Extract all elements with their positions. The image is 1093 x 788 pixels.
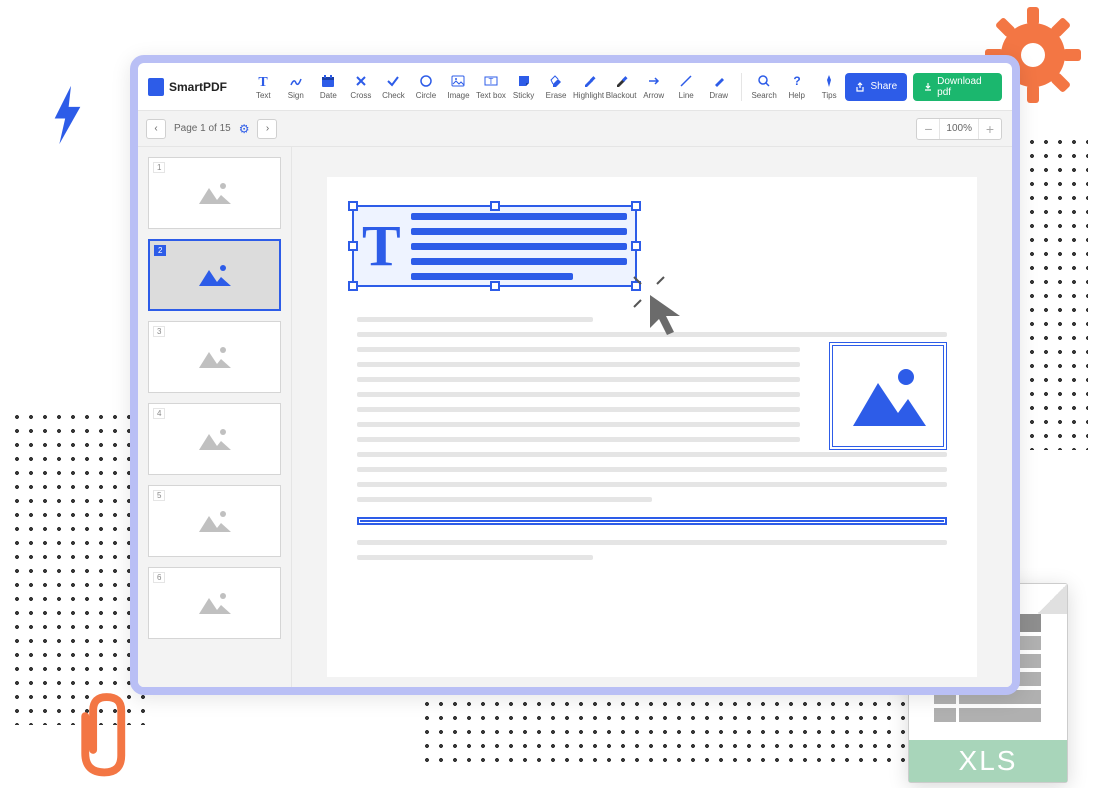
tool-draw[interactable]: Draw	[702, 67, 735, 107]
mountain-icon	[197, 180, 233, 206]
thumbnail[interactable]: 6	[148, 567, 281, 639]
prev-page-button[interactable]: ‹	[146, 119, 166, 139]
svg-text:T: T	[489, 77, 494, 86]
text-glyph: T	[362, 217, 401, 275]
tool-highlight[interactable]: Highlight	[572, 67, 605, 107]
next-page-button[interactable]: ›	[257, 119, 277, 139]
text-lines	[411, 213, 627, 280]
thumbnail[interactable]: 4	[148, 403, 281, 475]
zoom-out-button[interactable]: −	[917, 119, 939, 139]
share-icon	[855, 82, 865, 92]
resize-handle[interactable]	[348, 241, 358, 251]
resize-handle[interactable]	[631, 281, 641, 291]
resize-handle[interactable]	[348, 201, 358, 211]
blackout-icon	[614, 74, 628, 88]
mountain-icon	[848, 361, 928, 431]
paperclip-icon	[75, 688, 145, 778]
tool-erase[interactable]: Erase	[540, 67, 573, 107]
selected-line[interactable]	[357, 517, 947, 525]
mountain-icon	[197, 590, 233, 616]
tool-blackout[interactable]: Blackout	[605, 67, 638, 107]
sign-icon	[289, 74, 303, 88]
resize-handle[interactable]	[631, 201, 641, 211]
tool-cross[interactable]: Cross	[345, 67, 378, 107]
zoom-in-button[interactable]: +	[979, 119, 1001, 139]
thumbnail[interactable]: 2	[148, 239, 281, 311]
download-icon	[923, 82, 932, 92]
thumbnail-sidebar: 1 2 3 4 5 6	[138, 147, 292, 687]
subtoolbar: ‹ Page 1 of 15 ⚙ › − 100% +	[138, 111, 1012, 147]
draw-icon	[712, 74, 726, 88]
page-info: Page 1 of 15	[174, 123, 231, 134]
thumbnail[interactable]: 5	[148, 485, 281, 557]
zoom-value: 100%	[939, 119, 979, 139]
highlight-icon	[582, 74, 596, 88]
thumbnail[interactable]: 1	[148, 157, 281, 229]
divider	[741, 73, 742, 101]
arrow-icon	[647, 74, 661, 88]
document-page[interactable]: T	[327, 177, 977, 677]
bolt-icon	[50, 85, 85, 145]
zoom-control: − 100% +	[916, 118, 1002, 140]
mountain-icon	[197, 344, 233, 370]
help-icon: ?	[790, 74, 804, 88]
mountain-icon	[197, 426, 233, 452]
text-icon: T	[256, 74, 270, 88]
tool-tips[interactable]: Tips	[813, 67, 846, 107]
tool-line[interactable]: Line	[670, 67, 703, 107]
tool-text[interactable]: T Text	[247, 67, 280, 107]
resize-handle[interactable]	[631, 241, 641, 251]
app-window: SmartPDF T Text Sign Date Cross Check Ci…	[130, 55, 1020, 695]
share-button[interactable]: Share	[845, 73, 907, 101]
tool-textbox[interactable]: T Text box	[475, 67, 508, 107]
download-button[interactable]: Download pdf	[913, 73, 1002, 101]
resize-handle[interactable]	[490, 201, 500, 211]
tool-date[interactable]: Date	[312, 67, 345, 107]
line-icon	[679, 74, 693, 88]
resize-handle[interactable]	[490, 281, 500, 291]
toolbar: SmartPDF T Text Sign Date Cross Check Ci…	[138, 63, 1012, 111]
resize-handle[interactable]	[348, 281, 358, 291]
tool-circle[interactable]: Circle	[410, 67, 443, 107]
app-name: SmartPDF	[169, 80, 227, 94]
tool-sign[interactable]: Sign	[280, 67, 313, 107]
mountain-icon	[197, 508, 233, 534]
image-icon	[451, 74, 465, 88]
textbox-icon: T	[484, 74, 498, 88]
document-canvas[interactable]: T	[292, 147, 1012, 687]
tool-sticky[interactable]: Sticky	[507, 67, 540, 107]
decorative-dots	[10, 410, 150, 725]
logo-icon	[148, 78, 164, 96]
sticky-icon	[517, 74, 531, 88]
svg-text:T: T	[259, 75, 269, 88]
image-placeholder[interactable]	[829, 342, 947, 450]
cross-icon	[354, 74, 368, 88]
svg-text:?: ?	[793, 74, 800, 88]
mountain-icon	[197, 262, 233, 288]
text-selection-box[interactable]: T	[352, 205, 637, 287]
erase-icon	[549, 74, 563, 88]
tool-arrow[interactable]: Arrow	[637, 67, 670, 107]
circle-icon	[419, 74, 433, 88]
tool-image[interactable]: Image	[442, 67, 475, 107]
app-logo[interactable]: SmartPDF	[148, 78, 227, 96]
tips-icon	[822, 74, 836, 88]
calendar-icon	[321, 74, 335, 88]
search-icon	[757, 74, 771, 88]
tool-help[interactable]: ? Help	[780, 67, 813, 107]
xls-label: XLS	[909, 740, 1067, 782]
thumbnail[interactable]: 3	[148, 321, 281, 393]
tool-search[interactable]: Search	[748, 67, 781, 107]
page-settings-icon[interactable]: ⚙	[239, 122, 250, 136]
body-text-placeholder	[357, 540, 947, 560]
check-icon	[386, 74, 400, 88]
tool-check[interactable]: Check	[377, 67, 410, 107]
